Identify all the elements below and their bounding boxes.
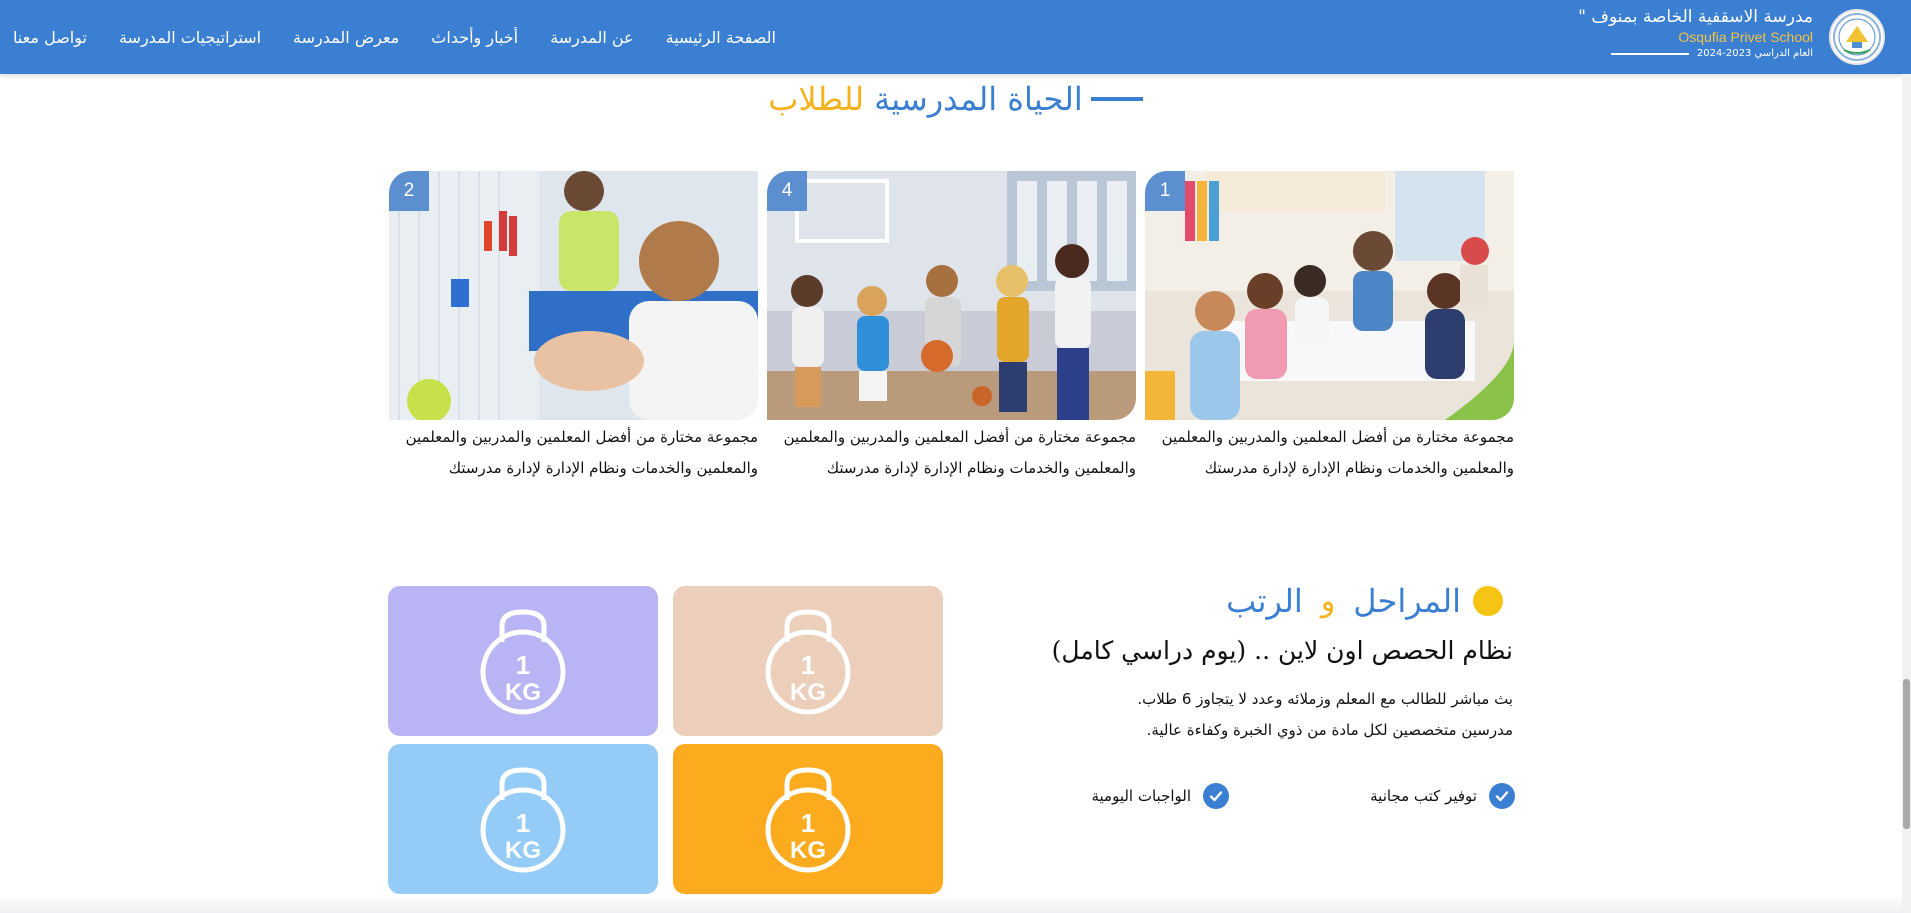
year-underline [1610,53,1689,55]
life-card[interactable]: 1 مجموعة مختارة من أفضل المعلمين والمدرب… [1145,171,1514,484]
feature-daily-homework: الواجبات اليومية [1091,783,1229,809]
feature-label: توفير كتب مجانية [1370,787,1477,805]
check-circle-icon [1203,783,1229,809]
stages-paragraph: بث مباشر للطالب مع المعلم وزملائه وعدد ل… [1137,690,1513,708]
stages-title-word1: المراحل [1353,582,1461,620]
card-description: مجموعة مختارة من أفضل المعلمين والمدربين… [1161,428,1514,477]
page-scrollbar[interactable] [1902,74,1911,913]
life-card[interactable]: 4 مجموعة مختارة من أفضل المعلمين والمدرب… [767,171,1136,484]
stage-tile[interactable]: 1 KG [673,586,943,736]
card-number-badge: 4 [767,171,807,211]
nav-about[interactable]: عن المدرسة [534,28,650,47]
school-name-ar: مدرسة الاسقفية الخاصة بمنوف " [1578,7,1813,27]
card-number-badge: 2 [389,171,429,211]
nav-contact[interactable]: تواصل معنا [0,28,103,47]
sports-photo: 4 [767,171,1136,420]
card-description: مجموعة مختارة من أفضل المعلمين والمدربين… [405,428,758,477]
school-life-title-accent: للطلاب [768,80,865,118]
school-logo[interactable] [1829,9,1885,65]
stages-subheading: نظام الحصص اون لاين .. (يوم دراسي كامل) [1051,636,1513,665]
stages-title: المراحل و الرتب [1226,582,1503,620]
kettlebell-unit: KG [790,679,826,706]
nav-news[interactable]: أخبار وأحداث [415,28,534,47]
stages-title-word2: الرتب [1226,582,1303,620]
school-life-title: الحياة المدرسية للطلاب [0,80,1911,118]
page: مدرسة الاسقفية الخاصة بمنوف " Osqufia Pr… [0,0,1911,913]
stages-title-dot [1473,586,1503,616]
academic-year: العام الدراسي 2023-2024 [1533,46,1813,62]
title-dash [1090,97,1143,101]
stage-tile[interactable]: 1 KG [673,744,943,894]
nav-strategies[interactable]: استراتيجيات المدرسة [103,28,277,47]
feature-free-books: توفير كتب مجانية [1370,783,1515,809]
top-navbar: مدرسة الاسقفية الخاصة بمنوف " Osqufia Pr… [0,0,1911,74]
card-number-badge: 1 [1145,171,1185,211]
life-card[interactable]: 2 مجموعة مختارة من أفضل المعلمين والمدرب… [389,171,758,484]
classroom-photo: 1 [1145,171,1514,420]
kettlebell-weight: 1 [516,808,530,838]
kettlebell-unit: KG [790,837,826,864]
kettlebell-icon: 1 KG [480,767,566,873]
learning-board-photo: 2 [389,171,758,420]
school-name-en: Osqufia Privet School [1678,29,1813,45]
school-crest-icon [1833,13,1881,61]
feature-label: الواجبات اليومية [1091,787,1191,805]
brand-block: مدرسة الاسقفية الخاصة بمنوف " Osqufia Pr… [1533,6,1813,62]
kettlebell-weight: 1 [801,650,815,680]
school-life-title-main: الحياة المدرسية [874,80,1083,118]
kettlebell-icon: 1 KG [765,767,851,873]
check-circle-icon [1489,783,1515,809]
nav-home[interactable]: الصفحة الرئيسية [650,28,792,47]
stage-tile[interactable]: 1 KG [388,586,658,736]
stage-tile[interactable]: 1 KG [388,744,658,894]
academic-year-text: العام الدراسي 2023-2024 [1696,48,1813,59]
nav-gallery[interactable]: معرض المدرسة [277,28,415,47]
kettlebell-unit: KG [505,679,541,706]
main-nav: الصفحة الرئيسية عن المدرسة أخبار وأحداث … [0,0,792,74]
scrollbar-thumb[interactable] [1903,679,1910,829]
kettlebell-icon: 1 KG [480,609,566,715]
bottom-texture [0,895,1911,913]
kettlebell-weight: 1 [516,650,530,680]
card-description: مجموعة مختارة من أفضل المعلمين والمدربين… [783,428,1136,477]
kettlebell-icon: 1 KG [765,609,851,715]
kettlebell-weight: 1 [801,808,815,838]
kettlebell-unit: KG [505,837,541,864]
stages-title-and: و [1320,583,1336,619]
stages-paragraph: مدرسين متخصصين لكل مادة من ذوي الخبرة وك… [1146,721,1513,739]
